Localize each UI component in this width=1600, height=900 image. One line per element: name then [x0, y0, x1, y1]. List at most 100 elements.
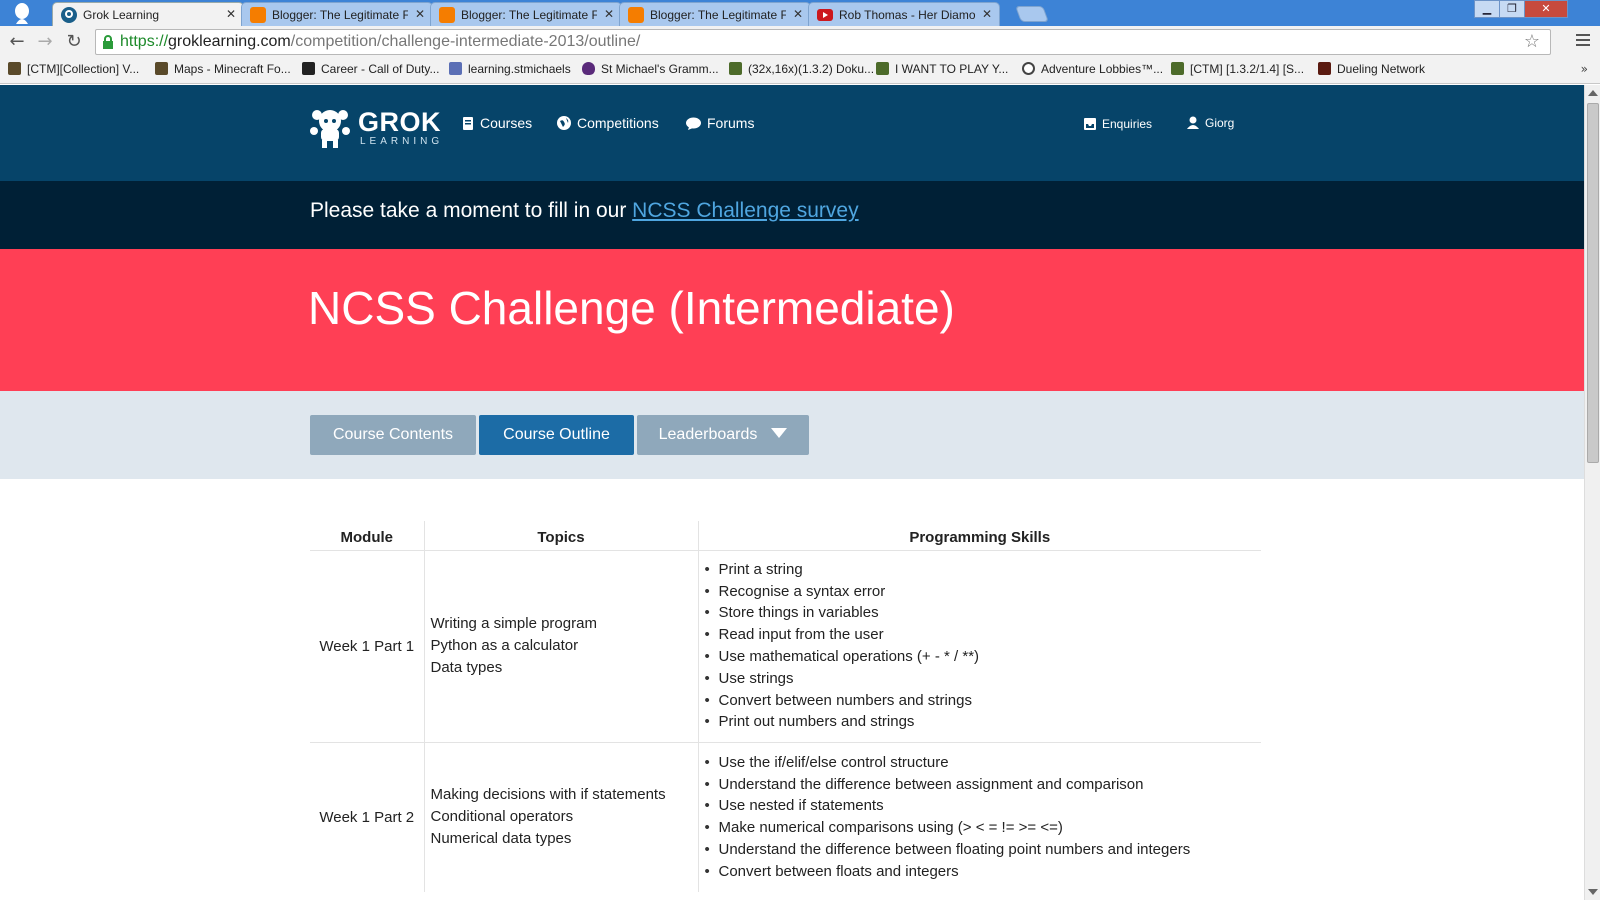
page-hero: NCSS Challenge (Intermediate) [0, 249, 1584, 391]
tab-close-icon[interactable]: ✕ [226, 7, 236, 21]
table-header-row: Module Topics Programming Skills [310, 521, 1261, 551]
bookmark-item[interactable]: Career - Call of Duty... [302, 62, 439, 76]
skills-cell: Use the if/elif/else control structure U… [697, 741, 1261, 892]
tab-close-icon[interactable]: ✕ [604, 7, 614, 21]
page-title: NCSS Challenge (Intermediate) [308, 282, 955, 334]
bookmark-item[interactable]: Adventure Lobbies™... [1022, 62, 1163, 76]
topic-item: Making decisions with if statements [430, 786, 666, 804]
address-bar[interactable]: https://groklearning.com/competition/cha… [95, 29, 1551, 55]
leaderboards-dropdown-button[interactable]: Leaderboards [637, 415, 809, 455]
course-outline-button[interactable]: Course Outline [479, 415, 634, 455]
forward-arrow-icon[interactable]: → [34, 31, 56, 53]
minecraft-block-icon [729, 62, 742, 75]
tab-title: Blogger: The Legitimate F [650, 8, 786, 22]
grok-mascot-icon [310, 110, 350, 148]
browser-tab-blogger-3[interactable]: Blogger: The Legitimate F ✕ [619, 2, 811, 26]
browser-menu-icon[interactable] [1576, 34, 1590, 48]
tab-close-icon[interactable]: ✕ [793, 7, 803, 21]
scroll-down-icon[interactable] [1588, 889, 1598, 895]
tab-close-icon[interactable]: ✕ [415, 7, 425, 21]
minecraft-block-icon [8, 62, 21, 75]
bookmark-item[interactable]: [CTM] [1.3.2/1.4] [S... [1171, 62, 1304, 76]
blogger-icon [439, 7, 455, 23]
skill-item: Store things in variables [705, 602, 1256, 624]
nav-enquiries[interactable]: Enquiries [1084, 117, 1152, 131]
topics-cell: Making decisions with if statements Cond… [423, 741, 698, 892]
module-cell: Week 1 Part 2 [310, 741, 424, 892]
bookmark-item[interactable]: St Michael's Gramm... [582, 62, 719, 76]
bookmark-item[interactable]: Dueling Network [1318, 62, 1425, 76]
topic-item: Numerical data types [430, 830, 572, 848]
url-text: https://groklearning.com/competition/cha… [120, 33, 641, 50]
table-row: Week 1 Part 2 Making decisions with if s… [310, 741, 1261, 892]
skill-item: Read input from the user [705, 624, 1256, 646]
new-tab-button[interactable] [1015, 6, 1049, 22]
nav-user-account[interactable]: Giorg [1187, 116, 1234, 130]
blogger-icon [250, 7, 266, 23]
bookmark-item[interactable]: learning.stmichaels [449, 62, 571, 76]
minimize-window-button[interactable]: ▁ [1474, 0, 1500, 18]
site-header: GROK LEARNING Courses Competitions Forum… [0, 85, 1584, 181]
bookmark-star-icon[interactable]: ☆ [1524, 31, 1540, 52]
skill-item: Use the if/elif/else control structure [705, 752, 1256, 774]
caret-down-icon [771, 428, 788, 438]
course-outline-table: Module Topics Programming Skills Week 1 … [310, 521, 1261, 892]
blogger-icon [628, 7, 644, 23]
survey-link[interactable]: NCSS Challenge survey [632, 199, 858, 222]
more-bookmarks-icon[interactable]: » [1581, 62, 1588, 76]
browser-tab-grok[interactable]: Grok Learning ✕ [52, 2, 244, 26]
user-icon [1187, 116, 1199, 129]
grok-logo[interactable]: GROK LEARNING [310, 107, 445, 149]
column-header-module: Module [310, 521, 424, 551]
reload-icon[interactable]: ↻ [63, 31, 85, 53]
scrollbar-thumb[interactable] [1587, 103, 1599, 463]
tab-title: Grok Learning [83, 8, 160, 22]
skill-item: Understand the difference between assign… [705, 774, 1256, 796]
bookmark-item[interactable]: Maps - Minecraft Fo... [155, 62, 291, 76]
nav-courses[interactable]: Courses [462, 115, 532, 131]
tab-title: Blogger: The Legitimate F [272, 8, 408, 22]
card-icon [1318, 62, 1331, 75]
bookmark-item[interactable]: (32x,16x)(1.3.2) Doku... [729, 62, 874, 76]
crest-icon [582, 62, 595, 75]
browser-toolbar: ← → ↻ https://groklearning.com/competiti… [0, 26, 1600, 58]
skill-item: Print a string [705, 559, 1256, 581]
course-contents-button[interactable]: Course Contents [310, 415, 476, 455]
bookmark-item[interactable]: I WANT TO PLAY Y... [876, 62, 1008, 76]
browser-tab-youtube[interactable]: Rob Thomas - Her Diamo ✕ [808, 2, 1000, 26]
column-header-skills: Programming Skills [697, 521, 1261, 551]
topics-cell: Writing a simple program Python as a cal… [423, 549, 698, 742]
profile-avatar-icon[interactable] [8, 2, 36, 24]
close-window-button[interactable]: ✕ [1524, 0, 1568, 18]
restore-window-button[interactable]: ❐ [1499, 0, 1525, 18]
bookmarks-bar: [CTM][Collection] V... Maps - Minecraft … [0, 58, 1600, 84]
globe-icon [557, 116, 571, 130]
school-icon [449, 62, 462, 75]
browser-tabstrip: Grok Learning ✕ Blogger: The Legitimate … [0, 0, 1600, 26]
skill-item: Make numerical comparisons using (> < = … [705, 817, 1256, 839]
minecraft-block-icon [1171, 62, 1184, 75]
browser-tab-blogger-2[interactable]: Blogger: The Legitimate F ✕ [430, 2, 622, 26]
skills-list: Use the if/elif/else control structure U… [705, 752, 1256, 883]
nav-forums[interactable]: Forums [686, 115, 754, 131]
column-header-topics: Topics [423, 521, 698, 551]
topic-item: Conditional operators [430, 808, 574, 826]
scroll-up-icon[interactable] [1588, 90, 1598, 96]
page-viewport: GROK LEARNING Courses Competitions Forum… [0, 85, 1584, 900]
tab-close-icon[interactable]: ✕ [982, 7, 992, 21]
skill-item: Understand the difference between floati… [705, 839, 1256, 861]
tab-title: Blogger: The Legitimate F [461, 8, 597, 22]
skill-item: Convert between floats and integers [705, 861, 1256, 883]
speech-bubble-icon [686, 117, 701, 130]
browser-tab-blogger-1[interactable]: Blogger: The Legitimate F ✕ [241, 2, 433, 26]
back-arrow-icon[interactable]: ← [6, 31, 28, 53]
course-tabs-bar: Course Contents Course Outline Leaderboa… [0, 391, 1584, 479]
brand-subtitle: LEARNING [360, 136, 444, 147]
topic-item: Python as a calculator [430, 637, 579, 654]
page-scrollbar[interactable] [1584, 85, 1600, 900]
bookmark-item[interactable]: [CTM][Collection] V... [8, 62, 139, 76]
tab-title: Rob Thomas - Her Diamo [839, 8, 975, 22]
nav-competitions[interactable]: Competitions [557, 115, 659, 131]
topic-item: Data types [430, 659, 503, 676]
skill-item: Use strings [705, 668, 1256, 690]
